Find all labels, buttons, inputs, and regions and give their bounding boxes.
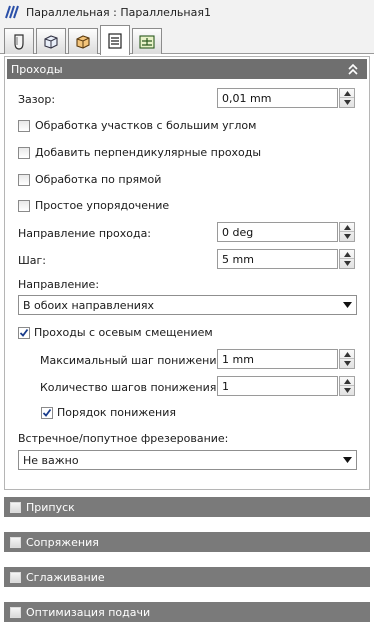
- fillets-checkbox[interactable]: [10, 536, 21, 548]
- spin-down-button[interactable]: [340, 359, 354, 368]
- tab-geometry[interactable]: [68, 28, 98, 54]
- milling-mode-select[interactable]: Не важно: [18, 450, 357, 470]
- passes-section-header[interactable]: Проходы: [7, 59, 367, 79]
- stock-allowance-section-header[interactable]: Припуск: [4, 497, 370, 517]
- num-stepdowns-label: Количество шагов понижения:: [40, 381, 221, 394]
- direction-select[interactable]: В обоих направлениях: [18, 295, 357, 315]
- dropdown-arrow-icon: [343, 457, 352, 463]
- fillets-section-header[interactable]: Сопряжения: [4, 532, 370, 552]
- checkmark-icon: [42, 408, 52, 417]
- feed-optimization-section-header[interactable]: Оптимизация подачи: [4, 602, 370, 622]
- tab-linking[interactable]: [132, 28, 162, 54]
- tolerance-spinner[interactable]: [339, 88, 355, 108]
- tab-strip: [0, 24, 374, 55]
- arrow-down-icon: [343, 234, 351, 239]
- collapse-chevron-icon[interactable]: [347, 62, 359, 76]
- max-stepdown-spinner[interactable]: [339, 349, 355, 369]
- spin-down-button[interactable]: [340, 98, 354, 107]
- passes-icon: [108, 32, 122, 49]
- stepover-spinner[interactable]: [339, 249, 355, 269]
- title-bar: Параллельная : Параллельная1: [0, 0, 374, 24]
- arrow-up-icon: [343, 351, 351, 357]
- tolerance-label: Зазор:: [18, 93, 56, 106]
- feed-optimization-label: Оптимизация подачи: [26, 605, 151, 619]
- stepover-label: Шаг:: [18, 254, 46, 267]
- passes-section-title: Проходы: [11, 62, 63, 76]
- stock-box-icon: [44, 34, 58, 49]
- tab-passes[interactable]: [100, 25, 130, 55]
- stock-allowance-checkbox[interactable]: [10, 501, 21, 513]
- spin-down-button[interactable]: [340, 386, 354, 395]
- max-stepdown-label: Максимальный шаг понижения:: [40, 354, 227, 367]
- tab-tool[interactable]: [4, 28, 34, 54]
- spin-up-button[interactable]: [340, 89, 354, 98]
- linking-icon: [139, 34, 155, 49]
- num-stepdowns-input[interactable]: 1: [217, 376, 338, 396]
- feed-optimization-checkbox[interactable]: [10, 606, 21, 618]
- stock-allowance-label: Припуск: [26, 500, 75, 514]
- arrow-down-icon: [343, 361, 351, 366]
- milling-mode-label: Встречное/попутное фрезерование:: [18, 432, 229, 445]
- stepover-input[interactable]: 5 mm: [217, 249, 338, 269]
- axial-offset-checkbox[interactable]: [18, 327, 30, 339]
- smoothing-section-header[interactable]: Сглаживание: [4, 567, 370, 587]
- spin-up-button[interactable]: [340, 223, 354, 232]
- simple-ordering-label: Простое упорядочение: [35, 199, 170, 212]
- tool-icon: [14, 33, 24, 50]
- straight-machining-checkbox[interactable]: [18, 174, 30, 186]
- spin-up-button[interactable]: [340, 350, 354, 359]
- window-title: Параллельная : Параллельная1: [26, 5, 211, 19]
- straight-machining-label: Обработка по прямой: [35, 173, 162, 186]
- checkmark-icon: [19, 328, 29, 337]
- milling-mode-selected-value: Не важно: [23, 453, 79, 467]
- axial-offset-label: Проходы с осевым смещением: [34, 326, 213, 339]
- arrow-down-icon: [343, 100, 351, 105]
- arrow-up-icon: [343, 90, 351, 96]
- arrow-down-icon: [343, 388, 351, 393]
- perpendicular-passes-label: Добавить перпендикулярные проходы: [35, 146, 262, 159]
- stepdown-order-checkbox[interactable]: [41, 407, 53, 419]
- geometry-box-icon: [76, 34, 90, 49]
- arrow-down-icon: [343, 261, 351, 266]
- dropdown-arrow-icon: [343, 302, 352, 308]
- direction-selected-value: В обоих направлениях: [23, 298, 155, 312]
- arrow-up-icon: [343, 378, 351, 384]
- parallel-passes-icon: [5, 5, 19, 19]
- smoothing-checkbox[interactable]: [10, 571, 21, 583]
- tolerance-input[interactable]: 0,01 mm: [217, 88, 338, 108]
- pass-direction-label: Направление прохода:: [18, 227, 152, 240]
- stepdown-order-label: Порядок понижения: [57, 406, 176, 419]
- steep-areas-label: Обработка участков с большим углом: [35, 119, 257, 132]
- max-stepdown-input[interactable]: 1 mm: [217, 349, 338, 369]
- tab-stock[interactable]: [36, 28, 66, 54]
- num-stepdowns-spinner[interactable]: [339, 376, 355, 396]
- spin-down-button[interactable]: [340, 232, 354, 241]
- spin-up-button[interactable]: [340, 250, 354, 259]
- fillets-label: Сопряжения: [26, 535, 99, 549]
- arrow-up-icon: [343, 251, 351, 257]
- arrow-up-icon: [343, 224, 351, 230]
- direction-label: Направление:: [18, 278, 100, 291]
- simple-ordering-checkbox[interactable]: [18, 200, 30, 212]
- pass-direction-spinner[interactable]: [339, 222, 355, 242]
- steep-areas-checkbox[interactable]: [18, 120, 30, 132]
- pass-direction-input[interactable]: 0 deg: [217, 222, 338, 242]
- perpendicular-passes-checkbox[interactable]: [18, 147, 30, 159]
- smoothing-label: Сглаживание: [26, 570, 105, 584]
- spin-up-button[interactable]: [340, 377, 354, 386]
- spin-down-button[interactable]: [340, 259, 354, 268]
